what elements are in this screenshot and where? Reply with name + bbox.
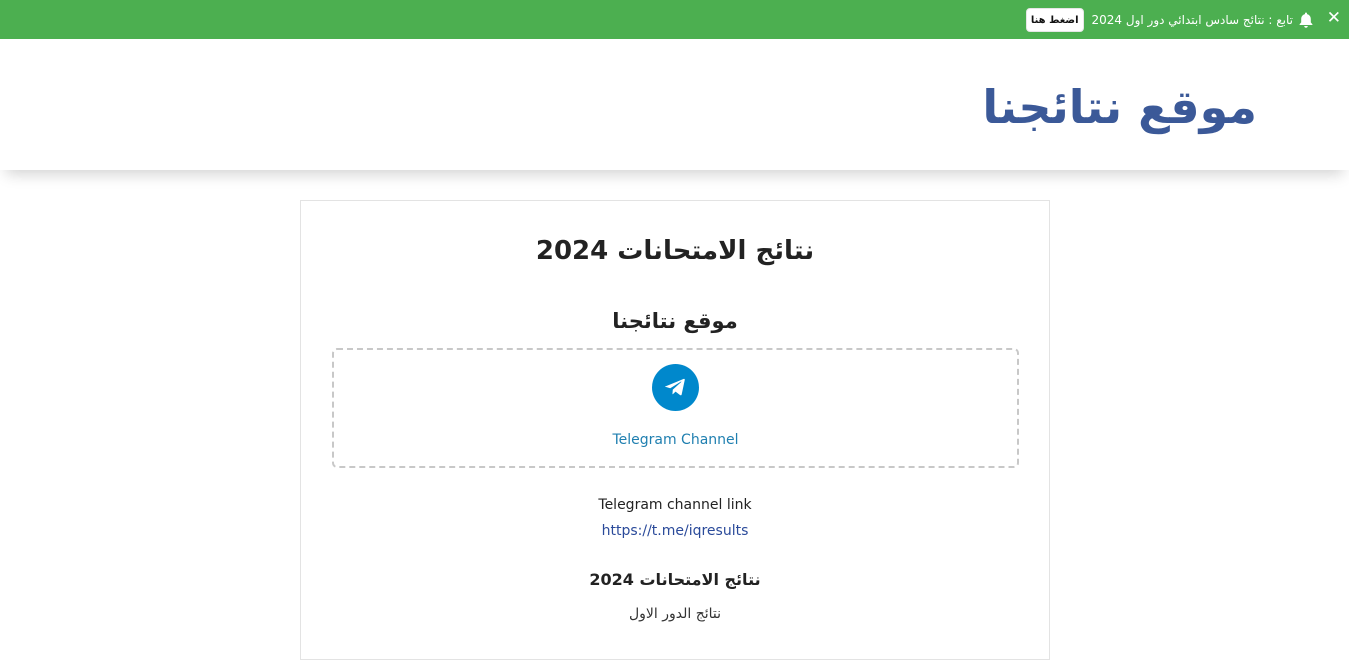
telegram-box[interactable]: Telegram Channel	[332, 348, 1019, 468]
click-here-button[interactable]: اضغط هنا	[1025, 8, 1084, 32]
notification-text: تابع : نتائج سادس ابتدائي دور اول 2024	[1091, 13, 1293, 27]
site-title[interactable]: موقع نتائجنا	[982, 77, 1257, 137]
notification-bar: ✕ تابع : نتائج سادس ابتدائي دور اول 2024…	[0, 0, 1349, 39]
telegram-plane-icon	[665, 378, 685, 396]
bell-icon	[1299, 12, 1313, 28]
card-title: نتائج الامتحانات 2024	[535, 236, 815, 266]
card-subtitle: موقع نتائجنا	[612, 309, 738, 333]
telegram-link-label: Telegram channel link	[598, 497, 752, 513]
telegram-icon[interactable]	[652, 364, 699, 411]
results-card: نتائج الامتحانات 2024 موقع نتائجنا Teleg…	[300, 200, 1050, 660]
notification-content: تابع : نتائج سادس ابتدائي دور اول 2024 ا…	[1025, 8, 1313, 32]
close-icon[interactable]: ✕	[1327, 6, 1341, 30]
first-round-results-link[interactable]: نتائج الدور الاول	[301, 604, 1049, 624]
site-header: موقع نتائجنا	[0, 39, 1349, 170]
telegram-channel-link[interactable]: Telegram Channel	[334, 430, 1017, 450]
telegram-url-link[interactable]: https://t.me/iqresults	[301, 521, 1049, 541]
section-title: نتائج الامتحانات 2024	[589, 570, 761, 589]
